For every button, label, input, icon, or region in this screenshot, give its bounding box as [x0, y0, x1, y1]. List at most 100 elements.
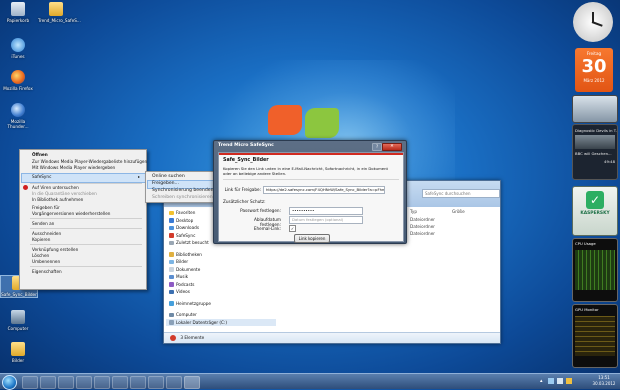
taskbar-item-thunderbird[interactable] [76, 376, 92, 389]
submenu-item-write-sync[interactable]: Schreiben synchronisieren [152, 195, 213, 200]
gpu-title: GPU Monitor [575, 307, 599, 312]
column-size[interactable]: Größe [452, 209, 465, 214]
menu-item-properties[interactable]: Eigenschaften [32, 269, 62, 274]
computer-icon [169, 312, 174, 317]
desktop-icon-pictures[interactable]: Bilder [0, 342, 36, 363]
taskbar-item-explorer[interactable] [22, 376, 38, 389]
tray-arrow-icon[interactable]: ▴ [540, 378, 545, 384]
desktop-icon-computer[interactable]: Computer [0, 310, 36, 331]
cpu-title: CPU Usage [575, 241, 596, 246]
libraries-icon [169, 252, 174, 257]
taskbar-item-app[interactable] [148, 376, 164, 389]
status-icon [170, 335, 176, 341]
taskbar-item-safesync[interactable] [184, 376, 200, 389]
menu-item-send-to[interactable]: Senden an [32, 221, 54, 226]
nav-item-homegroup[interactable]: Heimnetzgruppe [166, 300, 276, 308]
menu-item-wmp-add[interactable]: Zur Windows Media Player-Wiedergabeliste… [32, 159, 147, 164]
dialog-close-button[interactable]: ✕ [382, 143, 402, 151]
star-icon [169, 210, 174, 215]
safesync-icon [169, 233, 174, 238]
menu-item-rename[interactable]: Umbenennen [32, 259, 60, 264]
menu-item-library[interactable]: In Bibliothek aufnehmen [32, 197, 83, 202]
cpu-gadget[interactable]: CPU Usage [572, 238, 618, 302]
dialog-description: Kopieren Sie den Link unten in eine E-Ma… [223, 166, 389, 176]
column-type[interactable]: Typ [410, 209, 417, 214]
calendar-gadget[interactable]: Freitag 30 März 2012 [575, 48, 613, 92]
menu-item-wmp-play[interactable]: Mit Windows Media Player wiedergeben [32, 165, 115, 170]
desktop-icon-itunes[interactable]: iTunes [0, 38, 36, 59]
menu-item-cut[interactable]: Ausschneiden [32, 231, 61, 236]
taskbar-item-app[interactable] [112, 376, 128, 389]
search-placeholder: SafeSync durchsuchen [425, 191, 471, 196]
menu-item-safesync[interactable]: SafeSync [32, 174, 51, 179]
safesync-dialog[interactable]: Trend Micro SafeSync ? ✕ Safe_Sync_Bilde… [213, 140, 407, 244]
nav-item-computer[interactable]: Computer [166, 311, 276, 319]
menu-item-open[interactable]: Öffnen [32, 152, 48, 157]
nav-item-documents[interactable]: Dokumente [166, 266, 276, 274]
homegroup-icon [169, 301, 174, 306]
dialog-help-button[interactable]: ? [372, 143, 382, 151]
submenu-item-share[interactable]: Freigeben... [152, 181, 179, 186]
nav-item-libraries[interactable]: Bibliotheken [166, 251, 276, 259]
calendar-day: 30 [581, 56, 607, 77]
news-time: 49:48 [604, 159, 615, 164]
menu-item-restore[interactable]: Vorgängerversionen wiederherstellen [32, 211, 110, 216]
checkmark-icon: ✓ [586, 191, 604, 209]
taskbar-item-media-player[interactable] [40, 376, 56, 389]
kaspersky-gadget[interactable]: ✓ KASPERSKY [572, 186, 618, 236]
tray-clock[interactable]: 13:51 30.03.2012 [591, 375, 617, 386]
gpu-gadget[interactable]: GPU Monitor [572, 304, 618, 368]
share-link-field[interactable]: https://de2.safesync.com/F4QHNrW/Safe_Sy… [263, 186, 385, 194]
menu-separator [30, 228, 142, 229]
downloads-icon [169, 225, 174, 230]
flag-icon[interactable] [566, 378, 572, 384]
context-menu: Öffnen Zur Windows Media Player-Wiederga… [19, 149, 147, 290]
menu-item-create-shortcut[interactable]: Verknüpfung erstellen [32, 247, 78, 252]
desktop-icon-thunderbird[interactable]: Mozilla Thunder... [0, 103, 36, 129]
copy-link-button[interactable]: Link kopieren [294, 234, 330, 243]
nav-item-music[interactable]: Musik [166, 273, 276, 281]
email-link-checkbox[interactable]: ✓ [289, 225, 296, 232]
menu-item-copy[interactable]: Kopieren [32, 237, 50, 242]
menu-item-share[interactable]: Freigeben für [32, 205, 60, 210]
videos-icon [169, 289, 174, 294]
taskbar-item-firefox[interactable] [58, 376, 74, 389]
submenu-item-online-search[interactable]: Online suchen [152, 174, 185, 179]
desktop-icon-recycle-bin[interactable]: Papierkorb [0, 2, 36, 23]
folder-icon [49, 2, 63, 16]
taskbar-item-itunes[interactable] [94, 376, 110, 389]
music-icon [169, 274, 174, 279]
news-headline-2[interactable]: BBC will Geschen... [573, 151, 617, 156]
system-tray: ▴ [540, 377, 590, 386]
expiry-field[interactable]: Datum festlegen (optional) [289, 216, 363, 224]
password-label: Passwort festlegen: [240, 208, 281, 213]
nav-item-videos[interactable]: Videos [166, 288, 276, 296]
taskbar-item-app[interactable] [130, 376, 146, 389]
status-bar: 3 Elemente [164, 332, 500, 343]
news-gadget[interactable]: Diagnostic Devils in T... BBC will Gesch… [572, 124, 618, 180]
menu-item-quarantine[interactable]: In die Quarantäne verschieben [32, 191, 97, 196]
menu-item-delete[interactable]: Löschen [32, 253, 49, 258]
nav-item-local-disk[interactable]: Lokaler Datenträger (C:) [166, 318, 276, 326]
password-field[interactable]: •••••••••• [289, 207, 363, 215]
desktop-icon-firefox[interactable]: Mozilla Firefox [0, 70, 36, 91]
dialog-title: Trend Micro SafeSync [218, 143, 274, 148]
menu-separator [30, 244, 142, 245]
nav-item-podcasts[interactable]: Podcasts [166, 281, 276, 289]
nav-item-pictures[interactable]: Bilder [166, 258, 276, 266]
network-icon[interactable] [548, 378, 554, 384]
desktop-icon [169, 218, 174, 223]
calendar-month-year: März 2012 [583, 78, 605, 83]
email-link-label: Ehemal-Link: [253, 226, 281, 231]
taskbar-item-app[interactable] [166, 376, 182, 389]
clock-gadget[interactable] [573, 2, 613, 42]
menu-item-virus-scan[interactable]: Auf Viren untersuchen [32, 185, 79, 190]
search-input[interactable]: SafeSync durchsuchen [422, 189, 500, 198]
slideshow-gadget[interactable] [572, 95, 618, 123]
desktop-icon-trend-micro-folder[interactable]: Trend_Micro_SafeS... [38, 2, 81, 23]
volume-icon[interactable] [557, 378, 563, 384]
submenu-item-stop-sync[interactable]: Synchronisierung beenden [152, 188, 214, 193]
virus-scan-icon [23, 185, 28, 190]
news-headline-1[interactable]: Diagnostic Devils in T... [573, 125, 617, 133]
gpu-graph [575, 316, 615, 356]
